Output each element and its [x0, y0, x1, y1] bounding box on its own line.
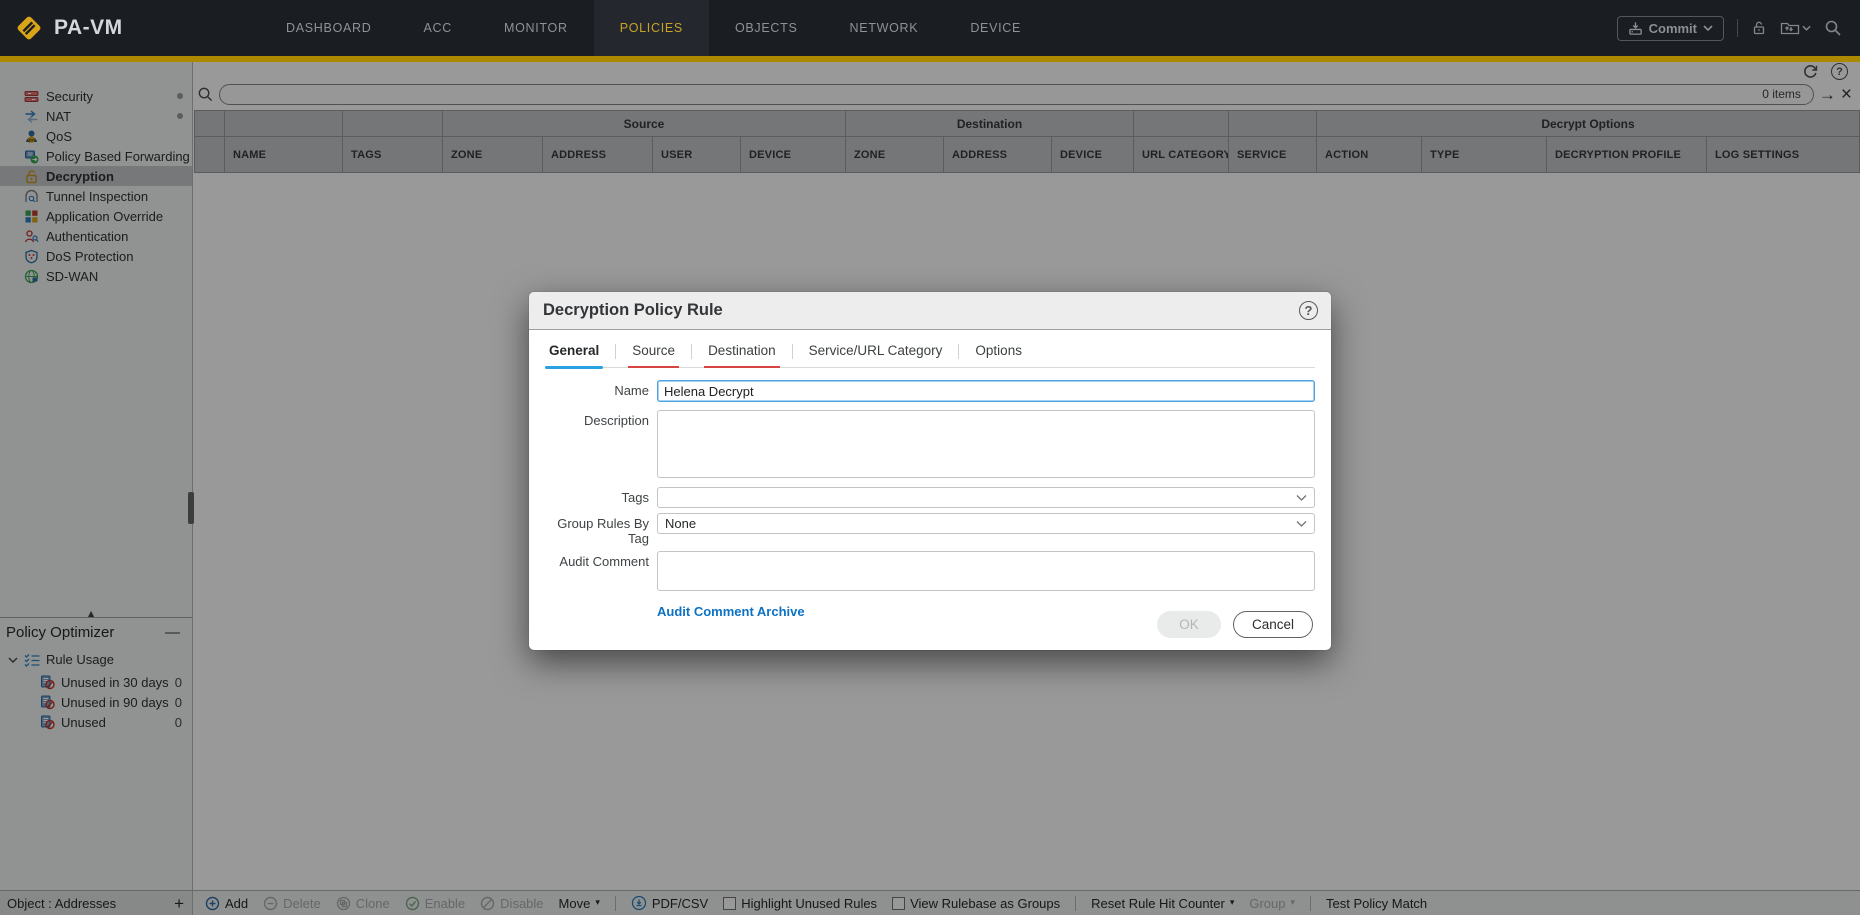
description-label: Description [545, 410, 649, 478]
nav-monitor[interactable]: MONITOR [478, 0, 594, 56]
decryption-policy-rule-dialog: Decryption Policy Rule ? General Source … [529, 292, 1331, 650]
ok-button[interactable]: OK [1157, 611, 1221, 638]
nav-device[interactable]: DEVICE [944, 0, 1047, 56]
divider [615, 344, 616, 359]
commit-icon [1628, 21, 1643, 36]
divider [691, 344, 692, 359]
cancel-button[interactable]: Cancel [1233, 611, 1313, 638]
audit-comment-label: Audit Comment [545, 551, 649, 591]
nav-right-tools: Commit [1617, 0, 1860, 56]
dialog-header: Decryption Policy Rule ? [529, 292, 1331, 330]
dialog-tabs: General Source Destination Service/URL C… [545, 343, 1315, 368]
nav-objects[interactable]: OBJECTS [709, 0, 824, 56]
chevron-down-icon [1802, 25, 1811, 31]
dialog-body: General Source Destination Service/URL C… [529, 330, 1331, 650]
tasks-icon[interactable] [1780, 20, 1811, 36]
name-field[interactable] [657, 380, 1315, 402]
chevron-down-icon [1296, 521, 1307, 527]
device-name: PA-VM [54, 16, 123, 40]
tab-options[interactable]: Options [973, 343, 1024, 367]
dialog-title: Decryption Policy Rule [543, 301, 723, 320]
group-rules-by-tag-select[interactable]: None [657, 513, 1315, 534]
nav-acc[interactable]: ACC [397, 0, 478, 56]
tags-select[interactable] [657, 487, 1315, 508]
tab-general[interactable]: General [547, 343, 601, 367]
gold-accent-bar [0, 56, 1860, 62]
audit-comment-archive-link[interactable]: Audit Comment Archive [657, 604, 805, 619]
dialog-help-icon[interactable]: ? [1299, 301, 1318, 320]
group-rules-by-tag-label: Group Rules By Tag [545, 513, 649, 546]
commit-button[interactable]: Commit [1617, 16, 1724, 41]
divider [1737, 19, 1738, 37]
top-nav: PA-VM DASHBOARD ACC MONITOR POLICIES OBJ… [0, 0, 1860, 56]
global-search-icon[interactable] [1824, 19, 1842, 37]
tab-destination[interactable]: Destination [706, 343, 778, 367]
brand: PA-VM [0, 0, 200, 56]
tags-label: Tags [545, 487, 649, 508]
nav-dashboard[interactable]: DASHBOARD [260, 0, 397, 56]
nav-network[interactable]: NETWORK [824, 0, 945, 56]
main-menu: DASHBOARD ACC MONITOR POLICIES OBJECTS N… [260, 0, 1047, 56]
tab-source[interactable]: Source [630, 343, 677, 367]
audit-comment-field[interactable] [657, 551, 1315, 591]
chevron-down-icon [1703, 25, 1713, 31]
divider [958, 344, 959, 359]
description-field[interactable] [657, 410, 1315, 478]
tab-service-url-category[interactable]: Service/URL Category [807, 343, 945, 367]
chevron-down-icon [1296, 495, 1307, 501]
lock-icon[interactable] [1751, 20, 1767, 36]
name-label: Name [545, 380, 649, 402]
divider [792, 344, 793, 359]
nav-policies[interactable]: POLICIES [594, 0, 709, 56]
palo-alto-logo-icon [14, 13, 44, 43]
